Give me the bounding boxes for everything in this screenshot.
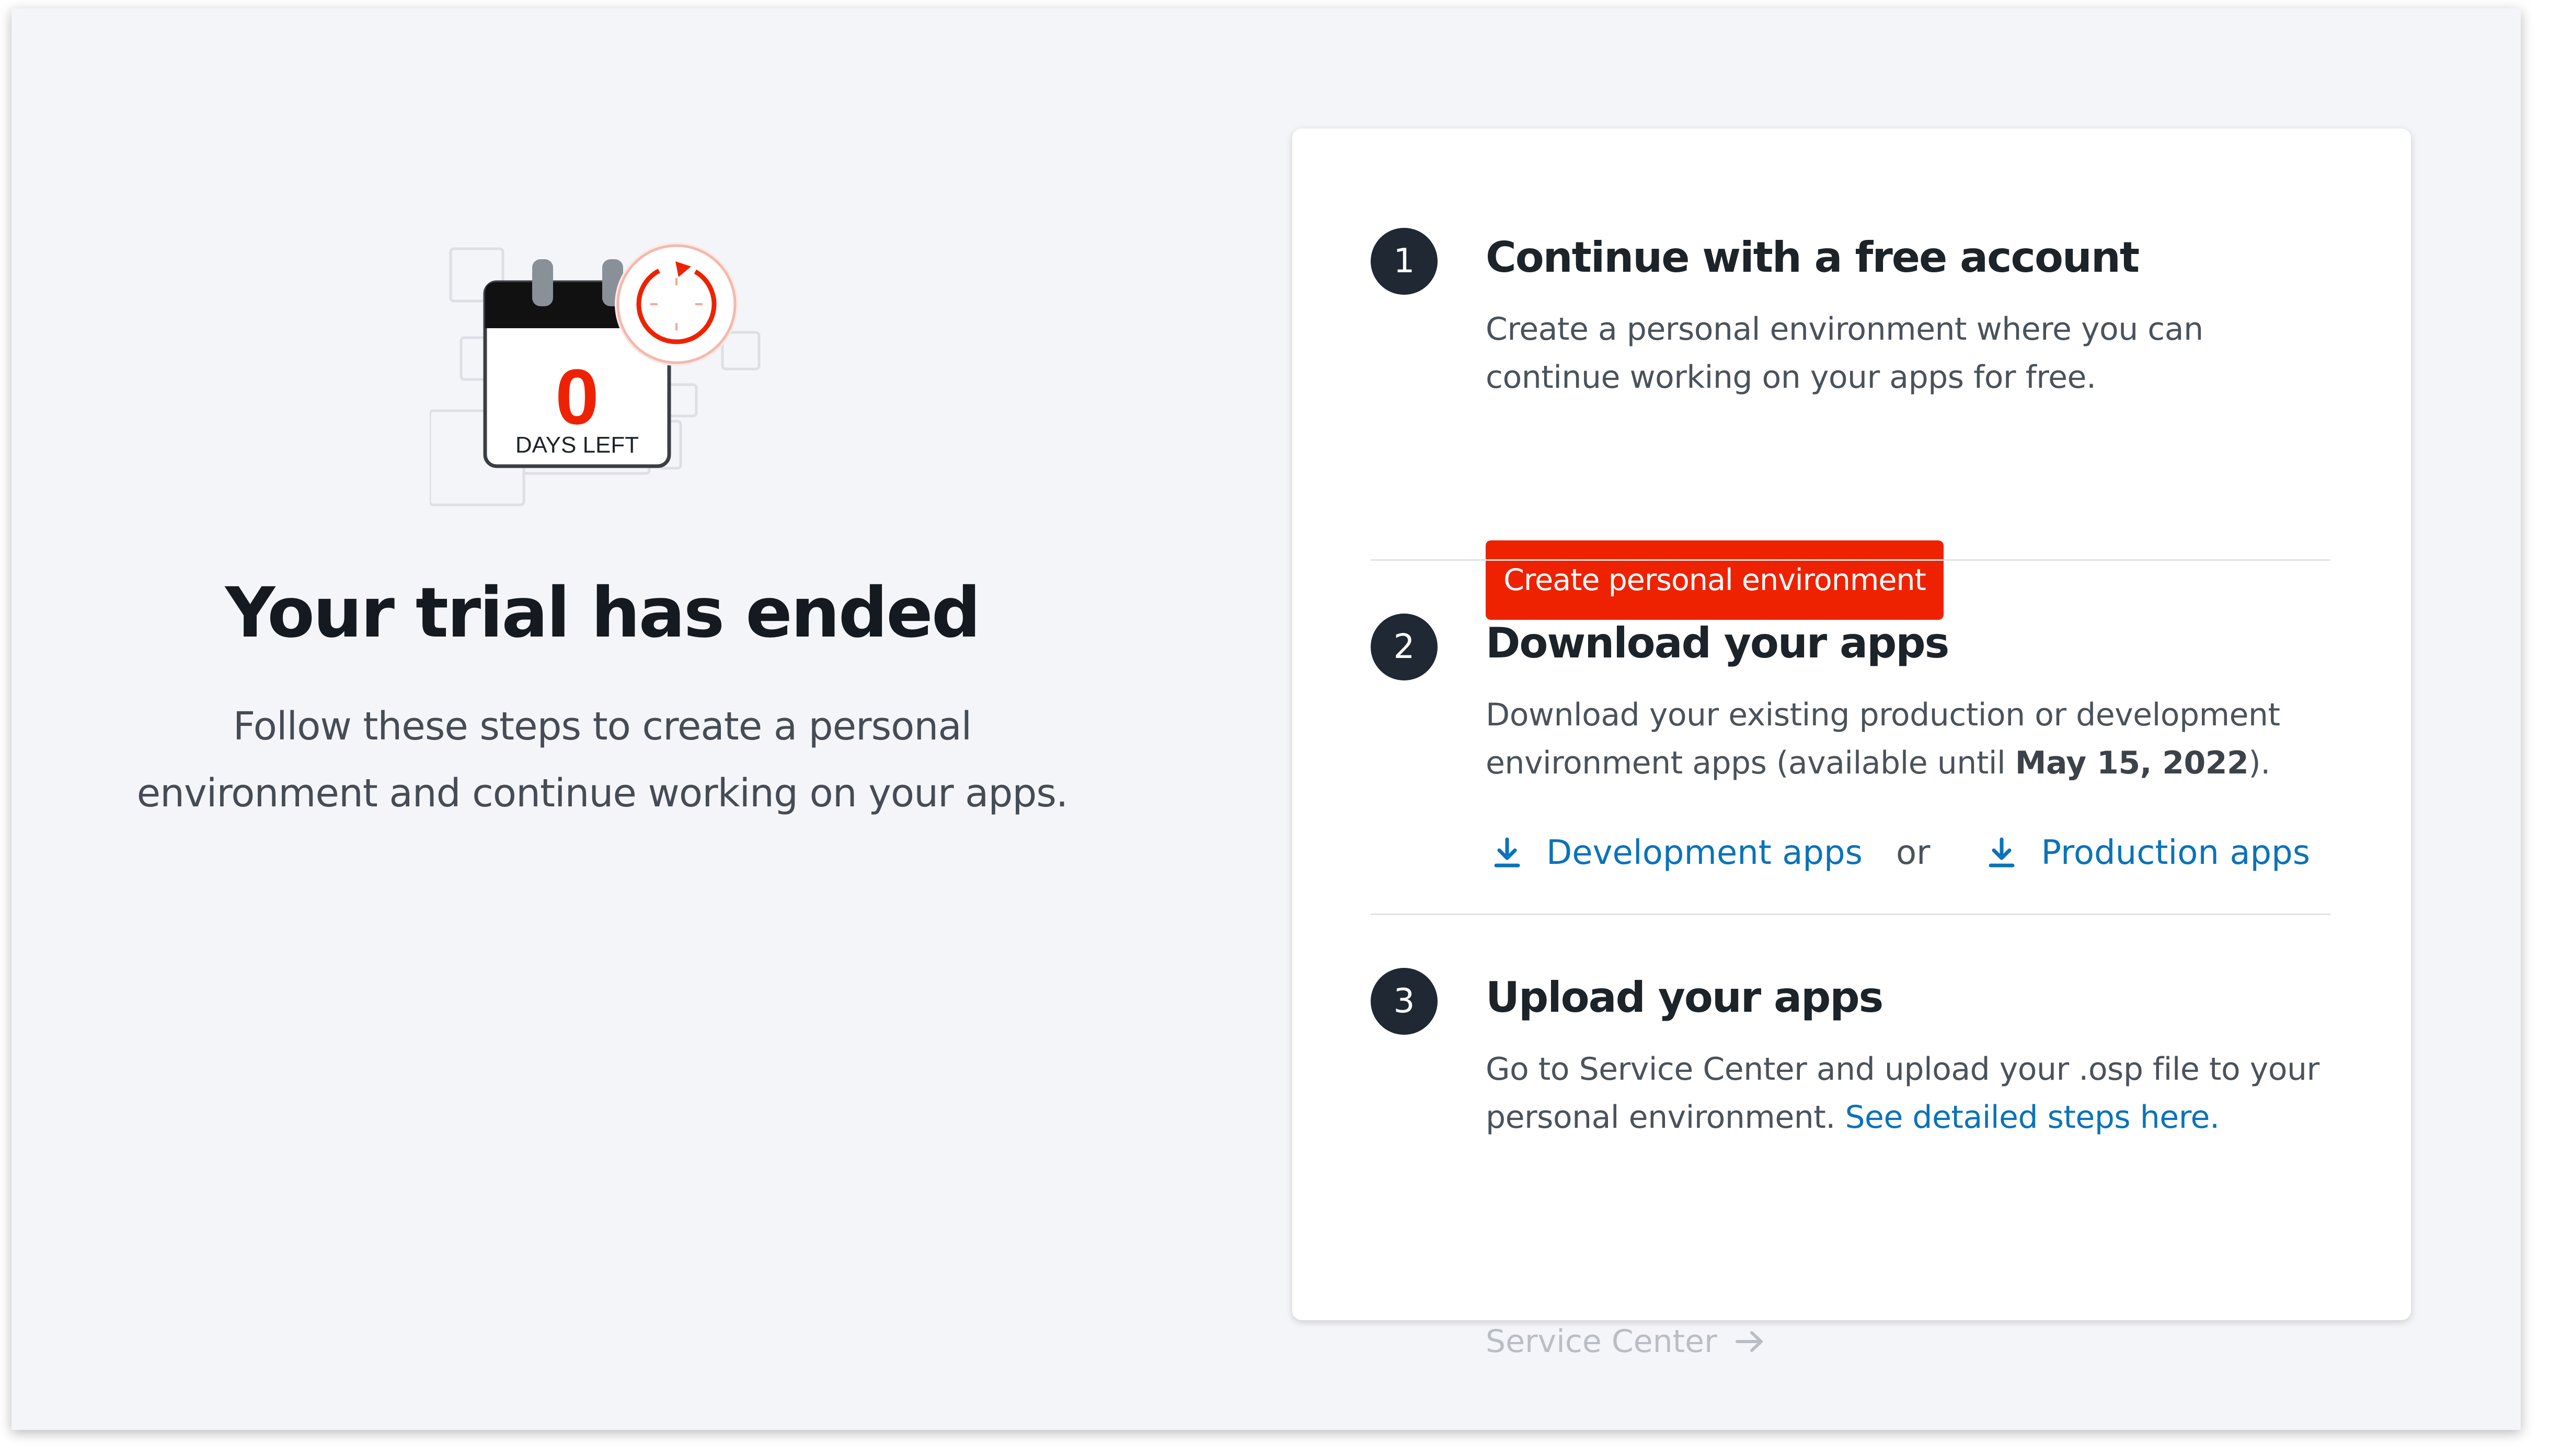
download-links-row: Development apps or Production apps [1486,827,2310,879]
service-center-label: Service Center [1486,1323,1717,1360]
page-frame: 0 DAYS LEFT Your trial has ended Follow … [12,8,2521,1430]
step-2-title: Download your apps [1486,619,1949,667]
or-separator: or [1896,834,1931,872]
steps-card: 1 Continue with a free account Create a … [1292,129,2411,1360]
page-title: Your trial has ended [225,573,981,653]
step-divider-1 [1371,559,2330,561]
download-icon [1989,837,2015,868]
page-subtitle: Follow these steps to create a personal … [79,693,1125,827]
step-2-desc-suffix: ). [2248,745,2270,781]
step-2-description: Download your existing production or dev… [1486,691,2333,787]
step-2-badge: 2 [1371,614,1438,680]
step-1-badge: 1 [1371,228,1438,295]
production-apps-link[interactable]: Production apps [1980,834,2310,872]
step-2: 2 Download your apps Download your exist… [1371,614,2333,906]
step-1-title: Continue with a free account [1486,233,2140,282]
download-icon [1494,837,1520,868]
development-apps-label: Development apps [1546,834,1863,872]
subtitle-line-2: environment and continue working on your… [136,771,1069,816]
calendar-icon: 0 DAYS LEFT [430,242,761,506]
production-apps-label: Production apps [2041,834,2311,872]
days-left-label: DAYS LEFT [515,432,639,458]
days-left-number: 0 [555,353,599,441]
step-1: 1 Continue with a free account Create a … [1371,228,2333,625]
service-center-link[interactable]: Service Center [1486,1323,1765,1360]
step-3-description: Go to Service Center and upload your .os… [1486,1045,2333,1141]
development-apps-link[interactable]: Development apps [1486,834,1863,872]
step-3-desc-line-1: Go to Service Center and upload your .os… [1486,1051,2319,1088]
subtitle-line-1: Follow these steps to create a personal [233,704,972,749]
arrow-right-icon [1735,1331,1763,1352]
trial-ended-illustration: 0 DAYS LEFT [430,238,775,510]
create-personal-environment-button[interactable]: Create personal environment [1486,540,1944,620]
step-3-title: Upload your apps [1486,973,1883,1022]
step-1-desc-line-2: continue working on your apps for free. [1486,359,2096,396]
detailed-steps-link[interactable]: See detailed steps here. [1845,1099,2220,1136]
step-3-badge: 3 [1371,968,1438,1035]
step-3: 3 Upload your apps Go to Service Center … [1371,968,2333,1360]
step-2-desc-line-1: Download your existing production or dev… [1486,697,2280,733]
step-2-desc-line-2: environment apps (available until [1486,745,2015,781]
step-divider-2 [1371,914,2330,915]
step-1-description: Create a personal environment where you … [1486,305,2333,401]
step-1-desc-line-1: Create a personal environment where you … [1486,311,2203,348]
availability-date: May 15, 2022 [2015,745,2249,781]
step-3-desc-line-2: personal environment. [1486,1099,1845,1136]
